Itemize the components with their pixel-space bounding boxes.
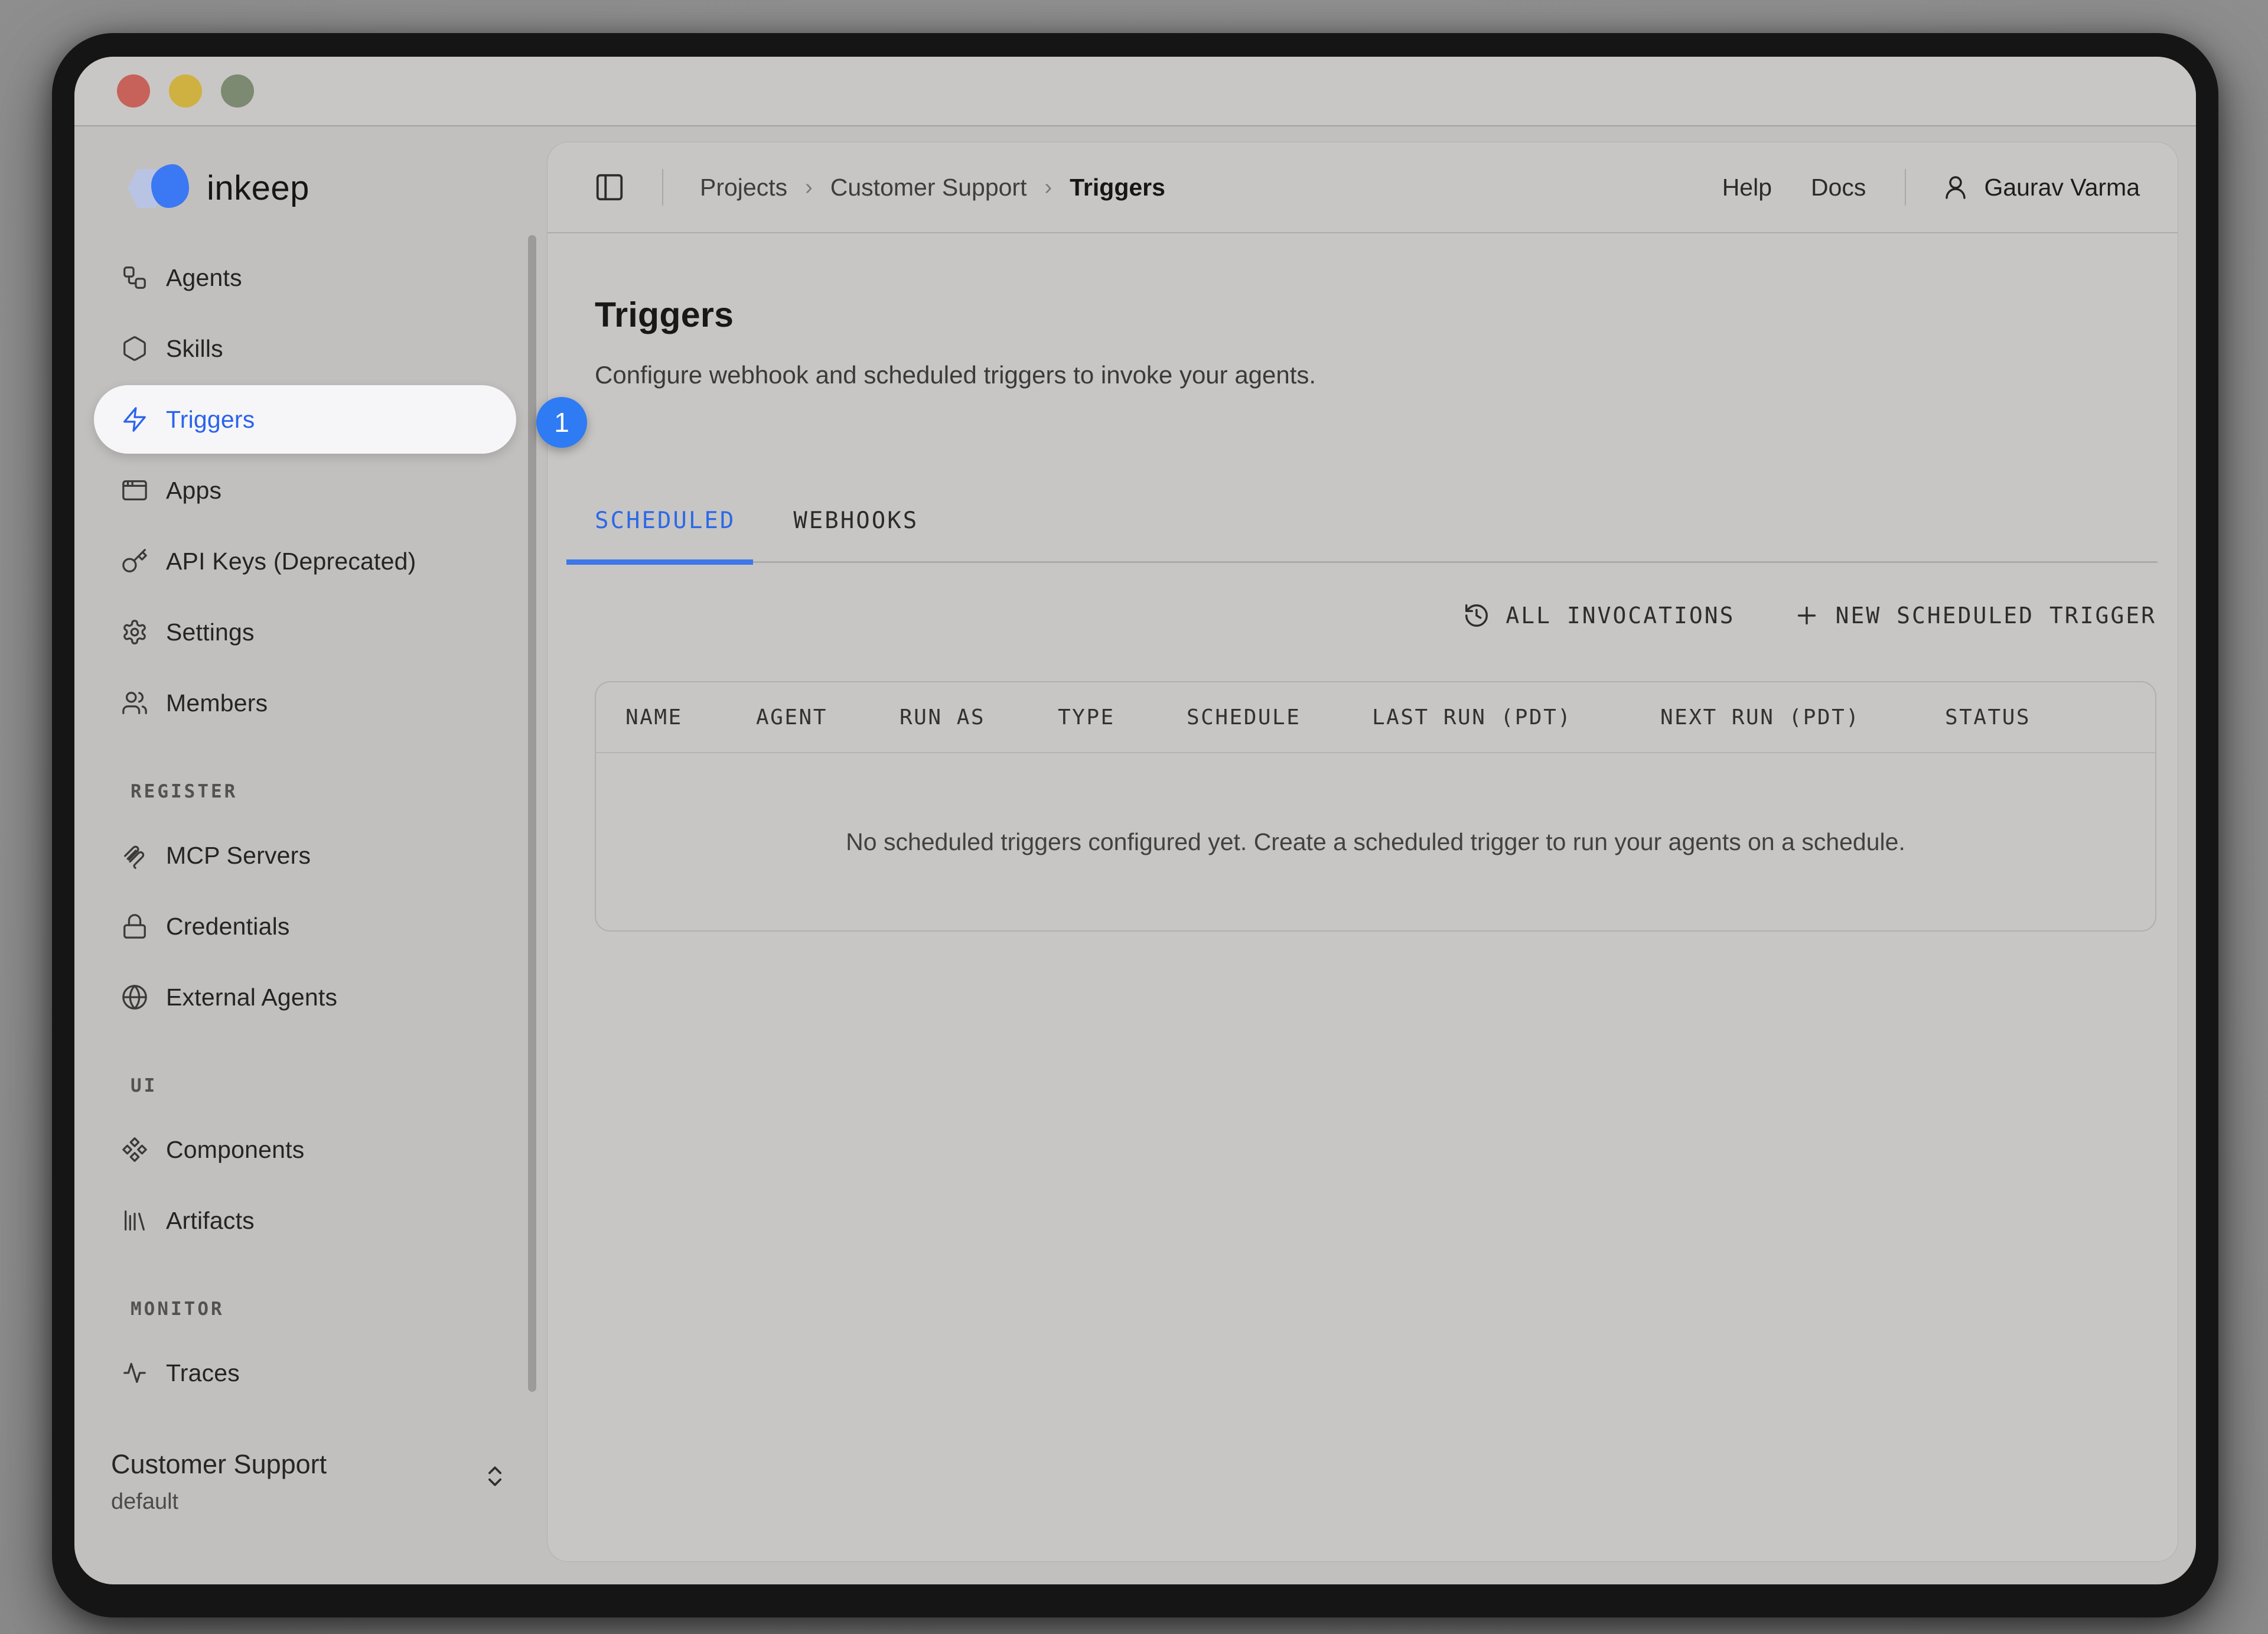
sidebar-item-apps[interactable]: Apps (94, 456, 516, 525)
sidebar-item-label: Artifacts (166, 1207, 255, 1235)
sidebar-scrollbar[interactable] (528, 235, 536, 1392)
workflow-icon (121, 264, 148, 291)
inkeep-logo-text: inkeep (207, 168, 309, 208)
plus-icon (1793, 602, 1820, 629)
sidebar: inkeep Agents Skills Triggers (74, 126, 547, 1584)
users-icon (121, 689, 148, 717)
zoom-window-button[interactable] (221, 74, 254, 108)
library-icon (121, 1207, 148, 1234)
sidebar-item-label: Skills (166, 335, 223, 363)
sidebar-section-ui: UI (131, 1075, 516, 1096)
content-panel: Projects › Customer Support › Triggers H… (547, 142, 2178, 1562)
tab-bar: SCHEDULED WEBHOOKS (595, 507, 2158, 563)
minimize-window-button[interactable] (169, 74, 202, 108)
breadcrumb: Projects › Customer Support › Triggers (700, 174, 1165, 201)
breadcrumb-separator: › (1044, 175, 1052, 200)
sidebar-section-monitor: MONITOR (131, 1298, 516, 1320)
actions-row: ALL INVOCATIONS NEW SCHEDULED TRIGGER (595, 602, 2156, 629)
panel-left-toggle-icon[interactable] (594, 171, 625, 203)
column-header-type: TYPE (1058, 705, 1187, 730)
sidebar-item-label: Triggers (166, 406, 255, 434)
scheduled-triggers-table: NAME AGENT RUN AS TYPE SCHEDULE LAST RUN… (595, 681, 2156, 932)
sidebar-item-settings[interactable]: Settings (94, 598, 516, 666)
breadcrumb-projects[interactable]: Projects (700, 174, 787, 201)
chevrons-up-down-icon (482, 1463, 508, 1496)
mcp-icon (121, 842, 148, 869)
sidebar-item-label: Members (166, 689, 268, 717)
sidebar-item-skills[interactable]: Skills (94, 314, 516, 383)
table-header-row: NAME AGENT RUN AS TYPE SCHEDULE LAST RUN… (596, 682, 2155, 753)
sidebar-item-mcp-servers[interactable]: MCP Servers (94, 821, 516, 890)
user-menu[interactable]: Gaurav Varma (1941, 173, 2140, 201)
gear-icon (121, 619, 148, 646)
sidebar-item-label: External Agents (166, 984, 337, 1011)
sidebar-item-label: MCP Servers (166, 842, 311, 870)
sidebar-item-credentials[interactable]: Credentials (94, 892, 516, 961)
sidebar-item-triggers[interactable]: Triggers (94, 385, 516, 454)
app-window-icon (121, 477, 148, 504)
sidebar-item-agents[interactable]: Agents (94, 243, 516, 312)
breadcrumb-separator: › (805, 175, 813, 200)
sidebar-item-label: Credentials (166, 913, 290, 940)
key-icon (121, 548, 148, 575)
project-environment: default (111, 1489, 524, 1515)
hexagon-icon (121, 335, 148, 362)
app-window: inkeep Agents Skills Triggers (52, 33, 2218, 1617)
panel-header: Projects › Customer Support › Triggers H… (548, 142, 2178, 233)
empty-state-message: No scheduled triggers configured yet. Cr… (596, 753, 2155, 930)
user-name: Gaurav Varma (1984, 174, 2140, 201)
column-header-name: NAME (625, 705, 756, 730)
sidebar-item-members[interactable]: Members (94, 669, 516, 737)
all-invocations-button[interactable]: ALL INVOCATIONS (1463, 602, 1735, 629)
window-frame: inkeep Agents Skills Triggers (74, 57, 2196, 1584)
sidebar-item-label: Traces (166, 1359, 240, 1387)
panel-body: Triggers Configure webhook and scheduled… (548, 233, 2178, 1561)
column-header-schedule: SCHEDULE (1187, 705, 1372, 730)
zap-icon (121, 406, 148, 433)
tab-webhooks[interactable]: WEBHOOKS (793, 507, 918, 561)
breadcrumb-triggers: Triggers (1070, 174, 1165, 201)
inkeep-logo: inkeep (128, 163, 547, 213)
sidebar-item-label: Settings (166, 619, 255, 646)
sidebar-item-label: API Keys (Deprecated) (166, 548, 416, 575)
titlebar (74, 57, 2196, 126)
activity-icon (121, 1359, 148, 1386)
column-header-status: STATUS (1945, 705, 2155, 730)
app-body: inkeep Agents Skills Triggers (74, 126, 2196, 1584)
history-icon (1463, 602, 1490, 629)
sidebar-section-register: REGISTER (131, 781, 516, 802)
column-header-run-as: RUN AS (900, 705, 1058, 730)
breadcrumb-customer-support[interactable]: Customer Support (830, 174, 1027, 201)
column-header-last-run: LAST RUN (PDT) (1372, 705, 1660, 730)
help-link[interactable]: Help (1722, 174, 1772, 201)
close-window-button[interactable] (117, 74, 150, 108)
annotation-step-number: 1 (554, 406, 569, 438)
docs-link[interactable]: Docs (1811, 174, 1866, 201)
column-header-agent: AGENT (756, 705, 900, 730)
sidebar-item-artifacts[interactable]: Artifacts (94, 1186, 516, 1255)
sidebar-item-traces[interactable]: Traces (94, 1339, 516, 1407)
page-title: Triggers (595, 295, 2178, 335)
sidebar-item-label: Apps (166, 477, 221, 504)
sidebar-item-api-keys[interactable]: API Keys (Deprecated) (94, 527, 516, 595)
user-icon (1941, 173, 1970, 201)
new-scheduled-trigger-label: NEW SCHEDULED TRIGGER (1836, 603, 2156, 629)
project-name: Customer Support (111, 1449, 524, 1480)
globe-icon (121, 984, 148, 1011)
main-area: Projects › Customer Support › Triggers H… (547, 126, 2196, 1584)
sidebar-item-components[interactable]: Components (94, 1115, 516, 1184)
project-switcher[interactable]: Customer Support default (111, 1449, 524, 1515)
page-description: Configure webhook and scheduled triggers… (595, 361, 2178, 389)
all-invocations-label: ALL INVOCATIONS (1506, 603, 1735, 629)
sidebar-item-label: Agents (166, 264, 242, 292)
sidebar-item-label: Components (166, 1136, 304, 1164)
sidebar-item-external-agents[interactable]: External Agents (94, 963, 516, 1031)
inkeep-logo-icon (128, 164, 189, 211)
annotation-step-badge: 1 (536, 397, 587, 448)
component-icon (121, 1136, 148, 1163)
tab-scheduled[interactable]: SCHEDULED (595, 507, 735, 561)
column-header-next-run: NEXT RUN (PDT) (1660, 705, 1945, 730)
new-scheduled-trigger-button[interactable]: NEW SCHEDULED TRIGGER (1793, 602, 2156, 629)
lock-icon (121, 913, 148, 940)
